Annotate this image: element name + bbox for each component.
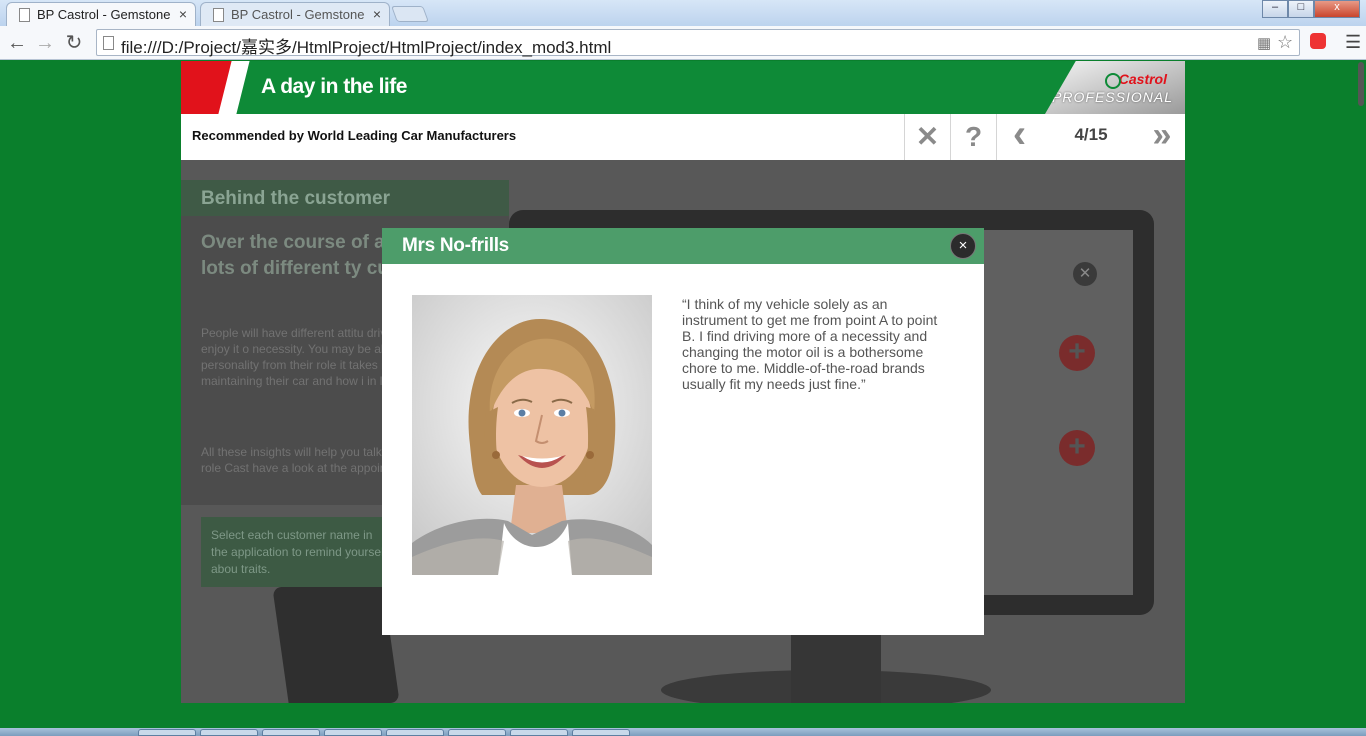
exit-button[interactable]: ✕ <box>904 114 950 160</box>
tab-title: BP Castrol - Gemstone <box>231 7 365 22</box>
forward-icon[interactable]: → <box>34 32 56 54</box>
modal-close-button[interactable]: × <box>950 233 976 259</box>
navigation-bar: Recommended by World Leading Car Manufac… <box>181 114 1185 160</box>
address-url: file:///D:/Project/嘉实多/HtmlProject/HtmlP… <box>121 38 612 57</box>
next-button[interactable]: » <box>1139 114 1185 160</box>
new-tab-button[interactable] <box>391 6 429 22</box>
intro-heading: Behind the customer <box>201 188 390 209</box>
minimize-button[interactable]: – <box>1262 0 1288 18</box>
address-bar[interactable]: file:///D:/Project/嘉实多/HtmlProject/HtmlP… <box>96 29 1300 57</box>
close-icon: ✕ <box>1073 262 1097 286</box>
customer-portrait <box>412 295 652 575</box>
browser-tab-active[interactable]: BP Castrol - Gemstone × <box>6 2 196 26</box>
tagline: Recommended by World Leading Car Manufac… <box>192 128 517 143</box>
tab-close-icon[interactable]: × <box>373 6 381 22</box>
taskbar-item[interactable] <box>138 729 196 736</box>
castrol-professional-logo: Castrol PROFESSIONAL <box>1045 61 1185 114</box>
taskbar-item[interactable] <box>386 729 444 736</box>
browser-toolbar: ← → ↻ file:///D:/Project/嘉实多/HtmlProject… <box>0 26 1366 60</box>
castrol-wordmark: Castrol <box>1104 71 1167 89</box>
browser-tab[interactable]: BP Castrol - Gemstone × <box>200 2 390 26</box>
taskbar-item[interactable] <box>200 729 258 736</box>
page-icon <box>103 36 114 50</box>
taskbar-item[interactable] <box>510 729 568 736</box>
page-counter: 4/15 <box>1074 125 1108 144</box>
taskbar-item[interactable] <box>324 729 382 736</box>
page-scrollbar[interactable] <box>1356 60 1366 110</box>
plus-icon: + <box>1059 335 1095 371</box>
header-banner: A day in the life Castrol PROFESSIONAL <box>181 61 1185 114</box>
page-icon <box>19 8 30 22</box>
browser-tabstrip: BP Castrol - Gemstone × BP Castrol - Gem… <box>0 0 1366 26</box>
extension-icon[interactable] <box>1310 33 1326 49</box>
translate-icon[interactable]: ▦ <box>1257 34 1271 52</box>
reload-icon[interactable]: ↻ <box>63 32 85 54</box>
modal-title: Mrs No-frills <box>402 235 509 256</box>
taskbar-item[interactable] <box>262 729 320 736</box>
portrait-illustration <box>412 295 652 575</box>
help-button[interactable]: ? <box>950 114 996 160</box>
phone-illustration <box>272 572 400 703</box>
taskbar-item[interactable] <box>572 729 630 736</box>
maximize-button[interactable]: □ <box>1288 0 1314 18</box>
previous-button[interactable]: ‹ <box>996 114 1042 160</box>
plus-icon: + <box>1059 430 1095 466</box>
tab-title: BP Castrol - Gemstone <box>37 7 171 22</box>
customer-modal: Mrs No-frills × “I think of my vehicle s… <box>382 228 984 635</box>
module-title: A day in the life <box>261 75 407 98</box>
back-icon[interactable]: ← <box>6 32 28 54</box>
professional-wordmark: PROFESSIONAL <box>1052 89 1173 105</box>
menu-icon[interactable]: ☰ <box>1345 32 1361 53</box>
page-icon <box>213 8 224 22</box>
window-close-button[interactable]: x <box>1314 0 1360 18</box>
tab-close-icon[interactable]: × <box>179 6 187 22</box>
customer-quote: “I think of my vehicle solely as an inst… <box>682 296 938 392</box>
intro-heading-bar: Behind the customer <box>181 180 509 216</box>
instruction-text: Select each customer name in the applica… <box>211 528 388 576</box>
bookmark-star-icon[interactable]: ☆ <box>1277 32 1293 53</box>
modal-header: Mrs No-frills × <box>382 228 984 264</box>
taskbar-item[interactable] <box>448 729 506 736</box>
instruction-note: Select each customer name in the applica… <box>201 517 401 587</box>
